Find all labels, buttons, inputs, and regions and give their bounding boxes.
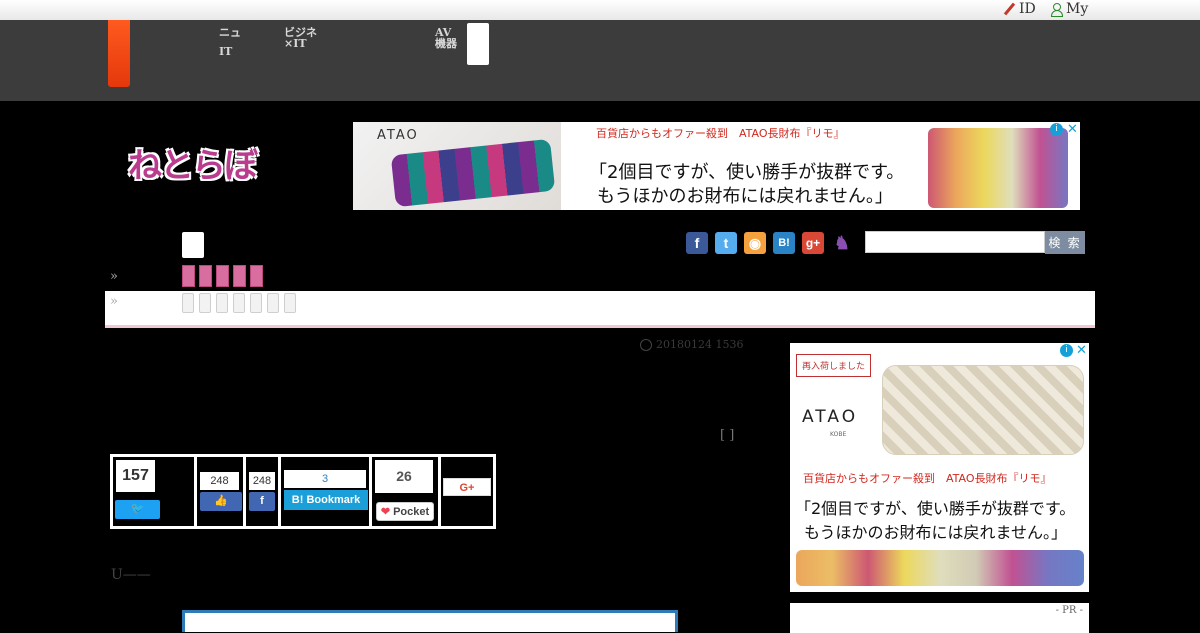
tweet-cell: 157 🐦 bbox=[113, 457, 197, 526]
nav-item-av-line2: 機器 bbox=[435, 37, 457, 50]
global-navbar: ニュ IT ビジネ ×IT AV 機器 bbox=[0, 20, 1200, 101]
site-logo[interactable]: ねとらぼ bbox=[128, 138, 258, 187]
fb-share-count: 248 bbox=[249, 472, 275, 490]
article-image-frame[interactable] bbox=[182, 610, 678, 632]
bookmark-count: 3 bbox=[284, 470, 366, 488]
pencil-icon bbox=[1003, 2, 1015, 16]
hatena-icon[interactable]: B! bbox=[773, 232, 795, 254]
nav-item-business-line2: ×IT bbox=[284, 37, 307, 50]
ad-brand-sub: KOBE bbox=[830, 431, 847, 438]
close-icon[interactable]: ✕ bbox=[1066, 123, 1079, 136]
article-date-text: 20180124 1536 bbox=[656, 338, 744, 351]
ad-copy-line2: もうほかのお財布には戻れません。」 bbox=[597, 186, 893, 207]
nav-item-av[interactable]: AV 機器 bbox=[435, 27, 457, 49]
mascot-icon[interactable]: ♞ bbox=[831, 232, 853, 254]
tweet-button[interactable]: 🐦 bbox=[115, 500, 160, 519]
pocket-cell: 26 ❤ Pocket bbox=[372, 457, 441, 526]
ad-brand: ATAO bbox=[377, 128, 419, 143]
subnav-tab-6[interactable] bbox=[267, 293, 279, 313]
bookmark-cell: 3 B! Bookmark bbox=[281, 457, 372, 526]
category-tab-3[interactable] bbox=[216, 265, 229, 287]
category-tab-5[interactable] bbox=[250, 265, 263, 287]
gplus-cell: G+ bbox=[441, 457, 493, 526]
nav-item-news-line2: IT bbox=[219, 45, 233, 58]
pocket-label: Pocket bbox=[393, 506, 430, 518]
ad-headline: 百貨店からもオファー殺到 ATAO長財布『リモ』 bbox=[596, 127, 845, 140]
sidebar-ad[interactable]: 再入荷しました ATAO KOBE 百貨店からもオファー殺到 ATAO長財布『リ… bbox=[790, 343, 1089, 592]
wallet-image bbox=[390, 138, 556, 208]
subnav-tab-5[interactable] bbox=[250, 293, 262, 313]
site-network-logo[interactable] bbox=[108, 20, 130, 87]
fb-share-button[interactable]: f bbox=[249, 492, 275, 511]
bookmark-button[interactable]: B! Bookmark bbox=[284, 490, 368, 510]
gplus-button[interactable]: G+ bbox=[443, 478, 491, 496]
wallet-image bbox=[882, 365, 1084, 455]
subnav-tab-4[interactable] bbox=[233, 293, 245, 313]
ad-copy-line2: もうほかのお財布には戻れません。」 bbox=[804, 523, 1068, 542]
my-link[interactable]: My bbox=[1050, 1, 1088, 17]
rss-icon[interactable]: ◉ bbox=[744, 232, 766, 254]
search-input[interactable] bbox=[865, 231, 1045, 253]
twitter-icon[interactable]: t bbox=[715, 232, 737, 254]
facebook-f-icon: f bbox=[260, 495, 264, 507]
facebook-icon[interactable]: f bbox=[686, 232, 708, 254]
id-link-label: ID bbox=[1019, 1, 1036, 17]
ad-thumbnails bbox=[928, 128, 1068, 208]
subnav-tab-3[interactable] bbox=[216, 293, 228, 313]
nav-item-business[interactable]: ビジネ ×IT bbox=[284, 27, 317, 49]
my-link-label: My bbox=[1066, 1, 1089, 17]
id-link[interactable]: ID bbox=[1003, 1, 1036, 17]
ad-copy-line1: 「2個目ですが、使い勝手が抜群です。 bbox=[795, 499, 1076, 518]
nav-item-news-line1: ニュ bbox=[219, 26, 241, 39]
breadcrumb-arrow-2: » bbox=[110, 294, 118, 309]
category-tab-2[interactable] bbox=[199, 265, 212, 287]
category-tab-1[interactable] bbox=[182, 265, 195, 287]
top-utility-bar: ID My bbox=[0, 0, 1200, 20]
adchoices-icon[interactable]: i bbox=[1060, 344, 1073, 357]
adchoices-icon[interactable]: i bbox=[1050, 123, 1063, 136]
subnav-tab-1[interactable] bbox=[182, 293, 194, 313]
category-tab-4[interactable] bbox=[233, 265, 246, 287]
like-count: 248 bbox=[200, 472, 239, 490]
bookmark-label: Bookmark bbox=[306, 494, 361, 506]
category-home-box[interactable] bbox=[182, 232, 204, 258]
ad-restock-tag: 再入荷しました bbox=[796, 354, 872, 377]
nav-box[interactable] bbox=[467, 23, 489, 65]
user-icon bbox=[1050, 2, 1063, 17]
article-date: 20180124 1536 bbox=[640, 338, 743, 351]
close-icon[interactable]: ✕ bbox=[1075, 344, 1088, 357]
top-banner-ad[interactable]: ATAO 百貨店からもオファー殺到 ATAO長財布『リモ』 「2個目ですが、使い… bbox=[353, 122, 1080, 210]
article-lead-text: U—— bbox=[111, 567, 151, 583]
pr-label: - PR - bbox=[1055, 605, 1083, 616]
pocket-count: 26 bbox=[375, 460, 433, 493]
like-cell: 248 👍 bbox=[197, 457, 246, 526]
pocket-icon: ❤ bbox=[380, 506, 391, 518]
ad-headline: 百貨店からもオファー殺到 ATAO長財布『リモ』 bbox=[803, 472, 1052, 485]
search-button[interactable]: 検 索 bbox=[1045, 231, 1085, 254]
pocket-button[interactable]: ❤ Pocket bbox=[376, 502, 434, 521]
share-bar: 157 🐦 248 👍 248 f 3 B! Bookmark 26 ❤ Poc… bbox=[110, 454, 496, 529]
article-bracket: [ ] bbox=[720, 428, 735, 443]
nav-item-news[interactable]: ニュ IT bbox=[219, 27, 241, 57]
ad-copy-line1: 「2個目ですが、使い勝手が抜群です。 bbox=[589, 162, 905, 183]
pr-section: - PR - bbox=[790, 603, 1089, 633]
twitter-bird-icon: 🐦 bbox=[130, 503, 145, 515]
subnav-tab-7[interactable] bbox=[284, 293, 296, 313]
google-plus-icon[interactable]: g+ bbox=[802, 232, 824, 254]
subnav-tab-2[interactable] bbox=[199, 293, 211, 313]
fb-share-cell: 248 f bbox=[246, 457, 281, 526]
like-button[interactable]: 👍 bbox=[200, 492, 242, 511]
hatena-b-icon: B! bbox=[291, 494, 304, 506]
tweet-count: 157 bbox=[116, 460, 155, 492]
thumbs-up-icon: 👍 bbox=[214, 495, 228, 507]
ad-brand: ATAO bbox=[802, 407, 859, 427]
ad-wallet-photo: ATAO bbox=[353, 122, 561, 210]
clock-icon bbox=[640, 338, 652, 351]
ad-thumbnails bbox=[796, 550, 1084, 586]
breadcrumb-arrow-1: » bbox=[110, 269, 118, 284]
